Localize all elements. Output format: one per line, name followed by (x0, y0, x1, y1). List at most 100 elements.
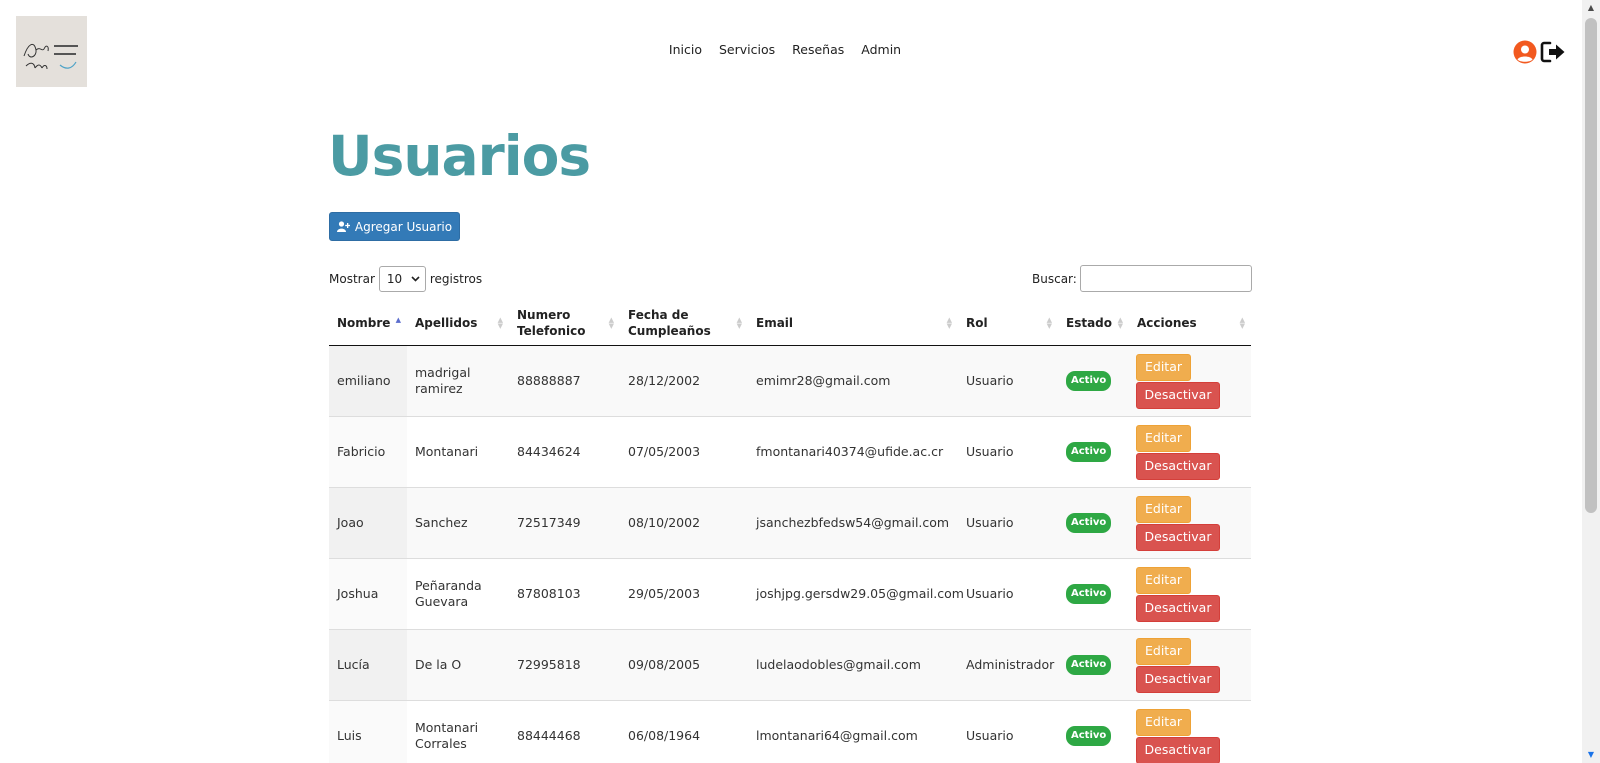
length-value: 10 (386, 272, 403, 286)
cell-email: ludelaodobles@gmail.com (756, 657, 921, 672)
edit-button[interactable]: Editar (1136, 708, 1191, 736)
cell-fecha: 06/08/1964 (628, 728, 701, 743)
sort-icon: ▲ ▼ (1239, 316, 1245, 330)
cell-nombre: Fabricio (329, 417, 407, 487)
cell-acciones: Editar Desactivar (1129, 346, 1251, 416)
sort-icon: ▲ ▼ (736, 316, 742, 330)
cell-telefono: 84434624 (517, 444, 581, 459)
cell-fecha: 07/05/2003 (628, 444, 701, 459)
nav-item-resenas[interactable]: Reseñas (792, 42, 844, 57)
cell-estado: Activo (1058, 630, 1129, 700)
cell-telefono: 87808103 (517, 586, 581, 601)
status-badge: Activo (1066, 442, 1112, 462)
cell-apellidos: Sanchez (415, 515, 468, 530)
user-circle-icon[interactable] (1513, 40, 1537, 64)
table-row: Fabricio Montanari 84434624 07/05/2003 fmont… (329, 417, 1251, 488)
cell-apellidos: Montanari Corrales (415, 720, 479, 751)
edit-button[interactable]: Editar (1136, 424, 1191, 452)
scroll-down-arrow-icon[interactable]: ▼ (1582, 747, 1600, 763)
cell-acciones: Editar Desactivar (1129, 417, 1251, 487)
col-header-telefono[interactable]: Numero Telefonico ▲ ▼ (509, 301, 620, 345)
cell-acciones: Editar Desactivar (1129, 701, 1251, 763)
cell-estado: Activo (1058, 346, 1129, 416)
col-header-rol[interactable]: Rol ▲ ▼ (958, 301, 1058, 345)
add-user-button[interactable]: Agregar Usuario (329, 212, 460, 241)
edit-button[interactable]: Editar (1136, 566, 1191, 594)
search-label: Buscar: (1032, 271, 1077, 286)
table-row: Lucía De la O 72995818 09/08/2005 ludelaodob… (329, 630, 1251, 701)
nav-item-inicio[interactable]: Inicio (669, 42, 702, 57)
col-header-fecha[interactable]: Fecha de Cumpleaños ▲ ▼ (620, 301, 748, 345)
cell-estado: Activo (1058, 559, 1129, 629)
status-badge: Activo (1066, 655, 1112, 675)
search-input[interactable] (1079, 265, 1252, 292)
cell-rol: Usuario (966, 515, 1014, 530)
sort-icon: ▲ (395, 316, 401, 324)
cell-email: emimr28@gmail.com (756, 373, 891, 388)
cell-nombre: emiliano (329, 346, 407, 416)
cell-rol: Usuario (966, 728, 1014, 743)
col-label: Rol (966, 316, 988, 330)
sort-icon: ▲ ▼ (608, 316, 614, 330)
table-body: emiliano madrigal ramirez 88888887 28/12/20… (329, 346, 1251, 763)
col-label: Email (756, 316, 794, 330)
cell-telefono: 88444468 (517, 728, 581, 743)
nav-item-servicios[interactable]: Servicios (719, 42, 775, 57)
cell-email: jsanchezbfedsw54@gmail.com (756, 515, 950, 530)
scroll-up-arrow-icon[interactable]: ▲ (1582, 0, 1600, 16)
page-scrollbar[interactable]: ▲ ▼ (1582, 0, 1600, 763)
col-label: Apellidos (415, 316, 478, 330)
col-header-email[interactable]: Email ▲ ▼ (748, 301, 958, 345)
col-label: Numero Telefonico (517, 308, 586, 338)
search-control: Buscar: (1032, 265, 1252, 292)
cell-email: fmontanari40374@ufide.ac.cr (756, 444, 944, 459)
cell-nombre: Luis (329, 701, 407, 763)
deactivate-button[interactable]: Desactivar (1136, 594, 1220, 622)
cell-nombre: Joao (329, 488, 407, 558)
page-title: Usuarios (328, 124, 591, 188)
table-header: Nombre ▲ Apellidos ▲ ▼ Numero Telefonico ▲ ▼ … (329, 301, 1251, 346)
cell-fecha: 28/12/2002 (628, 373, 701, 388)
col-header-acciones[interactable]: Acciones ▲ ▼ (1129, 301, 1251, 345)
length-select[interactable]: 10 (378, 266, 426, 292)
sort-icon: ▲ ▼ (946, 316, 952, 330)
deactivate-button[interactable]: Desactivar (1136, 452, 1220, 480)
edit-button[interactable]: Editar (1136, 637, 1191, 665)
cell-rol: Usuario (966, 373, 1014, 388)
sort-icon: ▲ ▼ (1046, 316, 1052, 330)
length-prefix: Mostrar (329, 272, 375, 286)
length-control: Mostrar 10 registros (329, 266, 482, 292)
logout-icon[interactable] (1540, 40, 1566, 64)
col-label: Nombre (337, 316, 391, 330)
col-header-apellidos[interactable]: Apellidos ▲ ▼ (407, 301, 509, 345)
edit-button[interactable]: Editar (1136, 353, 1191, 381)
col-header-nombre[interactable]: Nombre ▲ (329, 301, 407, 345)
cell-estado: Activo (1058, 417, 1129, 487)
table-row: Joshua Peñaranda Guevara 87808103 29/05/200… (329, 559, 1251, 630)
deactivate-button[interactable]: Desactivar (1136, 523, 1220, 551)
chevron-down-icon (411, 276, 420, 282)
cell-acciones: Editar Desactivar (1129, 630, 1251, 700)
status-badge: Activo (1066, 584, 1112, 604)
cell-rol: Usuario (966, 444, 1014, 459)
sort-icon: ▲ ▼ (1117, 316, 1123, 330)
cell-estado: Activo (1058, 701, 1129, 763)
cell-fecha: 09/08/2005 (628, 657, 701, 672)
nav-item-admin[interactable]: Admin (861, 42, 901, 57)
add-user-label: Agregar Usuario (354, 219, 453, 234)
col-header-estado[interactable]: Estado ▲ ▼ (1058, 301, 1129, 345)
deactivate-button[interactable]: Desactivar (1136, 665, 1220, 693)
deactivate-button[interactable]: Desactivar (1136, 736, 1220, 763)
cell-email: joshjpg.gersdw29.05@gmail.com (756, 586, 964, 601)
cell-apellidos: Montanari (415, 444, 479, 459)
table-row: Joao Sanchez 72517349 08/10/2002 jsanchezbfe… (329, 488, 1251, 559)
deactivate-button[interactable]: Desactivar (1136, 381, 1220, 409)
sort-icon: ▲ ▼ (497, 316, 503, 330)
user-plus-icon (336, 221, 350, 232)
col-label: Acciones (1137, 316, 1197, 330)
cell-estado: Activo (1058, 488, 1129, 558)
status-badge: Activo (1066, 513, 1112, 533)
edit-button[interactable]: Editar (1136, 495, 1191, 523)
scroll-thumb[interactable] (1585, 18, 1597, 513)
cell-email: lmontanari64@gmail.com (756, 728, 918, 743)
